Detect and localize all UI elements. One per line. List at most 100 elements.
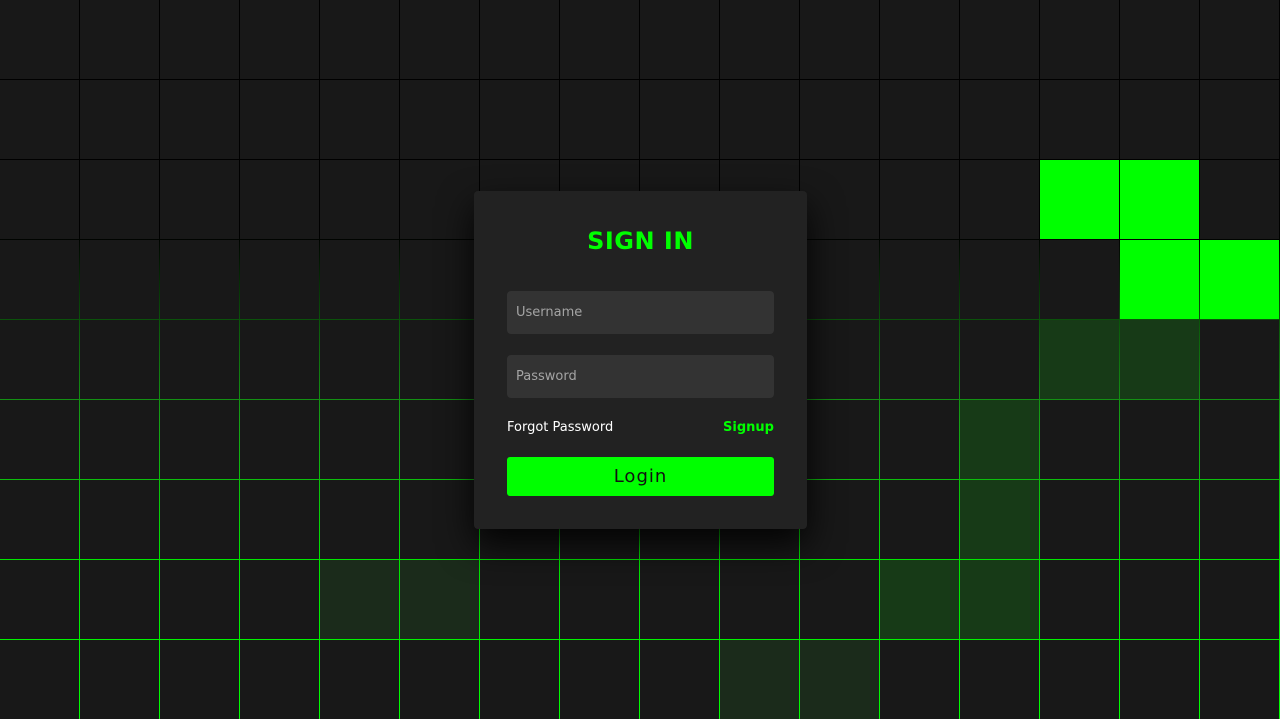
grid-cell bbox=[880, 320, 959, 399]
grid-cell bbox=[880, 0, 959, 79]
grid-cell bbox=[1120, 240, 1199, 319]
grid-cell bbox=[640, 560, 719, 639]
signin-title: SIGN IN bbox=[587, 227, 694, 255]
grid-cell bbox=[720, 640, 799, 719]
grid-cell bbox=[800, 240, 879, 319]
grid-cell bbox=[800, 480, 879, 559]
grid-cell bbox=[80, 240, 159, 319]
grid-cell bbox=[80, 320, 159, 399]
grid-cell bbox=[400, 320, 479, 399]
grid-cell bbox=[0, 240, 79, 319]
grid-cell bbox=[240, 80, 319, 159]
grid-cell bbox=[240, 240, 319, 319]
grid-cell bbox=[160, 80, 239, 159]
grid-cell bbox=[240, 480, 319, 559]
grid-cell bbox=[560, 640, 639, 719]
grid-cell bbox=[0, 160, 79, 239]
grid-cell bbox=[400, 80, 479, 159]
grid-cell bbox=[160, 400, 239, 479]
grid-cell bbox=[800, 320, 879, 399]
grid-cell bbox=[640, 640, 719, 719]
grid-cell bbox=[400, 400, 479, 479]
grid-cell bbox=[800, 0, 879, 79]
grid-cell bbox=[960, 480, 1039, 559]
forgot-password-link[interactable]: Forgot Password bbox=[507, 420, 613, 435]
grid-cell bbox=[1120, 560, 1199, 639]
grid-cell bbox=[560, 0, 639, 79]
grid-cell bbox=[160, 560, 239, 639]
auth-links-row: Forgot Password Signup bbox=[507, 420, 774, 435]
grid-cell bbox=[80, 560, 159, 639]
grid-cell bbox=[480, 80, 559, 159]
signup-link[interactable]: Signup bbox=[723, 420, 774, 435]
grid-cell bbox=[1040, 80, 1119, 159]
grid-cell bbox=[960, 640, 1039, 719]
grid-cell bbox=[480, 560, 559, 639]
grid-cell bbox=[240, 400, 319, 479]
grid-cell bbox=[960, 0, 1039, 79]
grid-cell bbox=[1120, 640, 1199, 719]
grid-cell bbox=[720, 0, 799, 79]
grid-cell bbox=[1040, 560, 1119, 639]
grid-cell bbox=[1120, 80, 1199, 159]
grid-cell bbox=[640, 80, 719, 159]
grid-cell bbox=[1200, 640, 1279, 719]
grid-cell bbox=[1040, 400, 1119, 479]
grid-cell bbox=[1040, 240, 1119, 319]
grid-cell bbox=[1040, 160, 1119, 239]
grid-cell bbox=[560, 560, 639, 639]
grid-cell bbox=[800, 560, 879, 639]
grid-cell bbox=[320, 640, 399, 719]
grid-cell bbox=[320, 480, 399, 559]
grid-cell bbox=[1040, 0, 1119, 79]
login-card: SIGN IN Forgot Password Signup Login bbox=[474, 191, 807, 529]
grid-cell bbox=[880, 80, 959, 159]
grid-cell bbox=[80, 400, 159, 479]
grid-cell bbox=[1200, 0, 1279, 79]
grid-cell bbox=[1120, 400, 1199, 479]
password-input[interactable] bbox=[507, 355, 774, 398]
grid-cell bbox=[160, 160, 239, 239]
grid-cell bbox=[240, 560, 319, 639]
grid-cell bbox=[800, 400, 879, 479]
grid-cell bbox=[320, 320, 399, 399]
grid-cell bbox=[0, 400, 79, 479]
grid-cell bbox=[880, 240, 959, 319]
grid-cell bbox=[80, 480, 159, 559]
grid-cell bbox=[80, 640, 159, 719]
grid-cell bbox=[400, 0, 479, 79]
grid-cell bbox=[880, 560, 959, 639]
grid-cell bbox=[1040, 640, 1119, 719]
grid-cell bbox=[1200, 560, 1279, 639]
grid-cell bbox=[240, 320, 319, 399]
grid-cell bbox=[960, 560, 1039, 639]
grid-cell bbox=[880, 160, 959, 239]
grid-cell bbox=[1200, 160, 1279, 239]
grid-cell bbox=[800, 160, 879, 239]
grid-cell bbox=[400, 240, 479, 319]
grid-cell bbox=[160, 320, 239, 399]
grid-cell bbox=[960, 240, 1039, 319]
background-stage: SIGN IN Forgot Password Signup Login bbox=[0, 0, 1280, 719]
grid-cell bbox=[720, 560, 799, 639]
grid-cell bbox=[1200, 480, 1279, 559]
grid-cell bbox=[320, 0, 399, 79]
grid-cell bbox=[320, 80, 399, 159]
grid-cell bbox=[1120, 320, 1199, 399]
grid-cell bbox=[320, 160, 399, 239]
grid-cell bbox=[560, 80, 639, 159]
grid-cell bbox=[160, 240, 239, 319]
grid-cell bbox=[1120, 480, 1199, 559]
grid-cell bbox=[880, 480, 959, 559]
grid-cell bbox=[0, 80, 79, 159]
grid-cell bbox=[1120, 160, 1199, 239]
grid-cell bbox=[1040, 320, 1119, 399]
grid-cell bbox=[880, 640, 959, 719]
grid-cell bbox=[960, 80, 1039, 159]
grid-cell bbox=[960, 400, 1039, 479]
grid-cell bbox=[0, 640, 79, 719]
grid-cell bbox=[1200, 240, 1279, 319]
username-input[interactable] bbox=[507, 291, 774, 334]
login-button[interactable]: Login bbox=[507, 457, 774, 496]
grid-cell bbox=[800, 80, 879, 159]
